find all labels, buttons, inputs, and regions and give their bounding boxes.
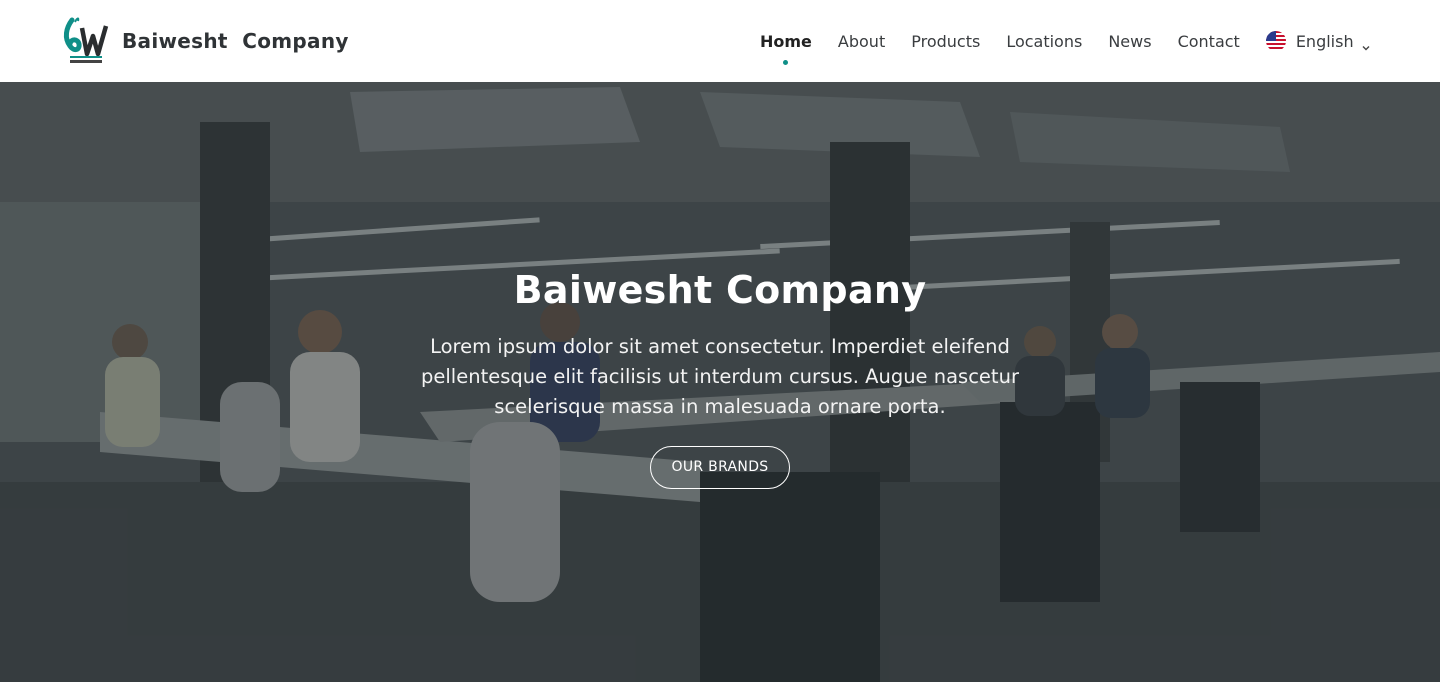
nav-news[interactable]: News — [1108, 32, 1151, 51]
nav-home[interactable]: Home — [760, 32, 812, 65]
language-selector[interactable]: English — [1265, 31, 1370, 51]
site-header: Baiwesht Company Home About Products Loc… — [0, 0, 1440, 82]
brand-name[interactable]: Baiwesht Company — [122, 29, 349, 53]
nav-products[interactable]: Products — [911, 32, 980, 51]
company-logo[interactable] — [62, 16, 110, 66]
hero-section: Baiwesht Company Lorem ipsum dolor sit a… — [0, 82, 1440, 682]
hero-content: Baiwesht Company Lorem ipsum dolor sit a… — [0, 268, 1440, 489]
nav-locations[interactable]: Locations — [1006, 32, 1082, 51]
us-flag-icon — [1265, 31, 1286, 51]
our-brands-button[interactable]: OUR BRANDS — [650, 446, 790, 489]
brand[interactable]: Baiwesht Company — [62, 16, 349, 66]
main-nav: Home About Products Locations News Conta… — [760, 0, 1370, 82]
hero-description: Lorem ipsum dolor sit amet consectetur. … — [421, 335, 1019, 418]
nav-about[interactable]: About — [838, 32, 885, 51]
language-label: English — [1295, 31, 1354, 51]
nav-contact[interactable]: Contact — [1178, 32, 1240, 51]
hero-title: Baiwesht Company — [513, 268, 927, 312]
chevron-down-icon — [1362, 37, 1370, 51]
